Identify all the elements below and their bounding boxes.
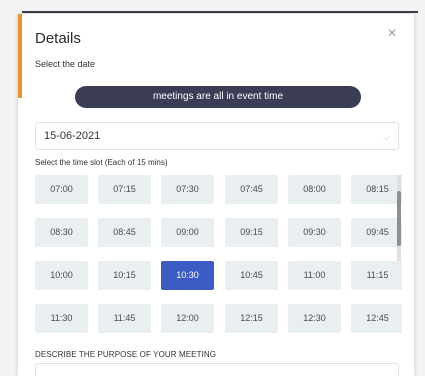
time-slot-button[interactable]: 07:45 [225, 175, 278, 204]
time-slot-button[interactable]: 09:15 [225, 218, 278, 247]
time-slot-button[interactable]: 10:00 [35, 261, 88, 290]
details-dialog: Details × Select the date meetings are a… [18, 14, 414, 376]
time-slot-grid: 07:00 07:15 07:30 07:45 08:00 08:15 08:30 08:45… [35, 175, 402, 340]
time-slot-button[interactable]: 12:30 [288, 304, 341, 333]
date-select-value: 15-06-2021 [44, 130, 101, 142]
chevron-down-icon: ⌵ [383, 132, 390, 142]
time-slot-button[interactable]: 11:00 [288, 261, 341, 290]
slot-grid-scrollbar[interactable] [397, 175, 401, 261]
time-slot-button[interactable]: 09:00 [161, 218, 214, 247]
scrollbar-thumb[interactable] [397, 191, 401, 246]
window-top-border [22, 11, 418, 13]
close-icon[interactable]: × [384, 26, 400, 42]
time-slot-button[interactable]: 11:30 [35, 304, 88, 333]
time-slot-button[interactable]: 08:00 [288, 175, 341, 204]
date-label: Select the date [35, 59, 96, 69]
time-slot-button[interactable]: 11:15 [351, 261, 402, 290]
time-slot-button[interactable]: 10:30 [161, 261, 214, 290]
time-slot-button[interactable]: 08:30 [35, 218, 88, 247]
time-slot-button[interactable]: 07:00 [35, 175, 88, 204]
time-slot-button[interactable]: 09:30 [288, 218, 341, 247]
accent-bar [18, 14, 22, 98]
time-slot-button[interactable]: 08:15 [351, 175, 402, 204]
purpose-label: DESCRIBE THE PURPOSE OF YOUR MEETING [35, 350, 217, 359]
time-slot-button[interactable]: 10:15 [98, 261, 151, 290]
time-slot-label: Select the time slot (Each of 15 mins) [35, 158, 168, 167]
purpose-input[interactable] [35, 363, 399, 376]
time-slot-button[interactable]: 12:15 [225, 304, 278, 333]
time-slot-button[interactable]: 12:00 [161, 304, 214, 333]
time-slot-button[interactable]: 12:45 [351, 304, 402, 333]
time-slot-button[interactable]: 10:45 [225, 261, 278, 290]
time-slot-button[interactable]: 09:45 [351, 218, 402, 247]
dialog-title: Details [35, 30, 81, 47]
time-slot-button[interactable]: 11:45 [98, 304, 151, 333]
time-slot-button[interactable]: 07:30 [161, 175, 214, 204]
date-select[interactable]: 15-06-2021 ⌵ [35, 122, 399, 150]
time-slot-button[interactable]: 08:45 [98, 218, 151, 247]
time-notice-banner: meetings are all in event time [75, 86, 361, 108]
time-slot-button[interactable]: 07:15 [98, 175, 151, 204]
